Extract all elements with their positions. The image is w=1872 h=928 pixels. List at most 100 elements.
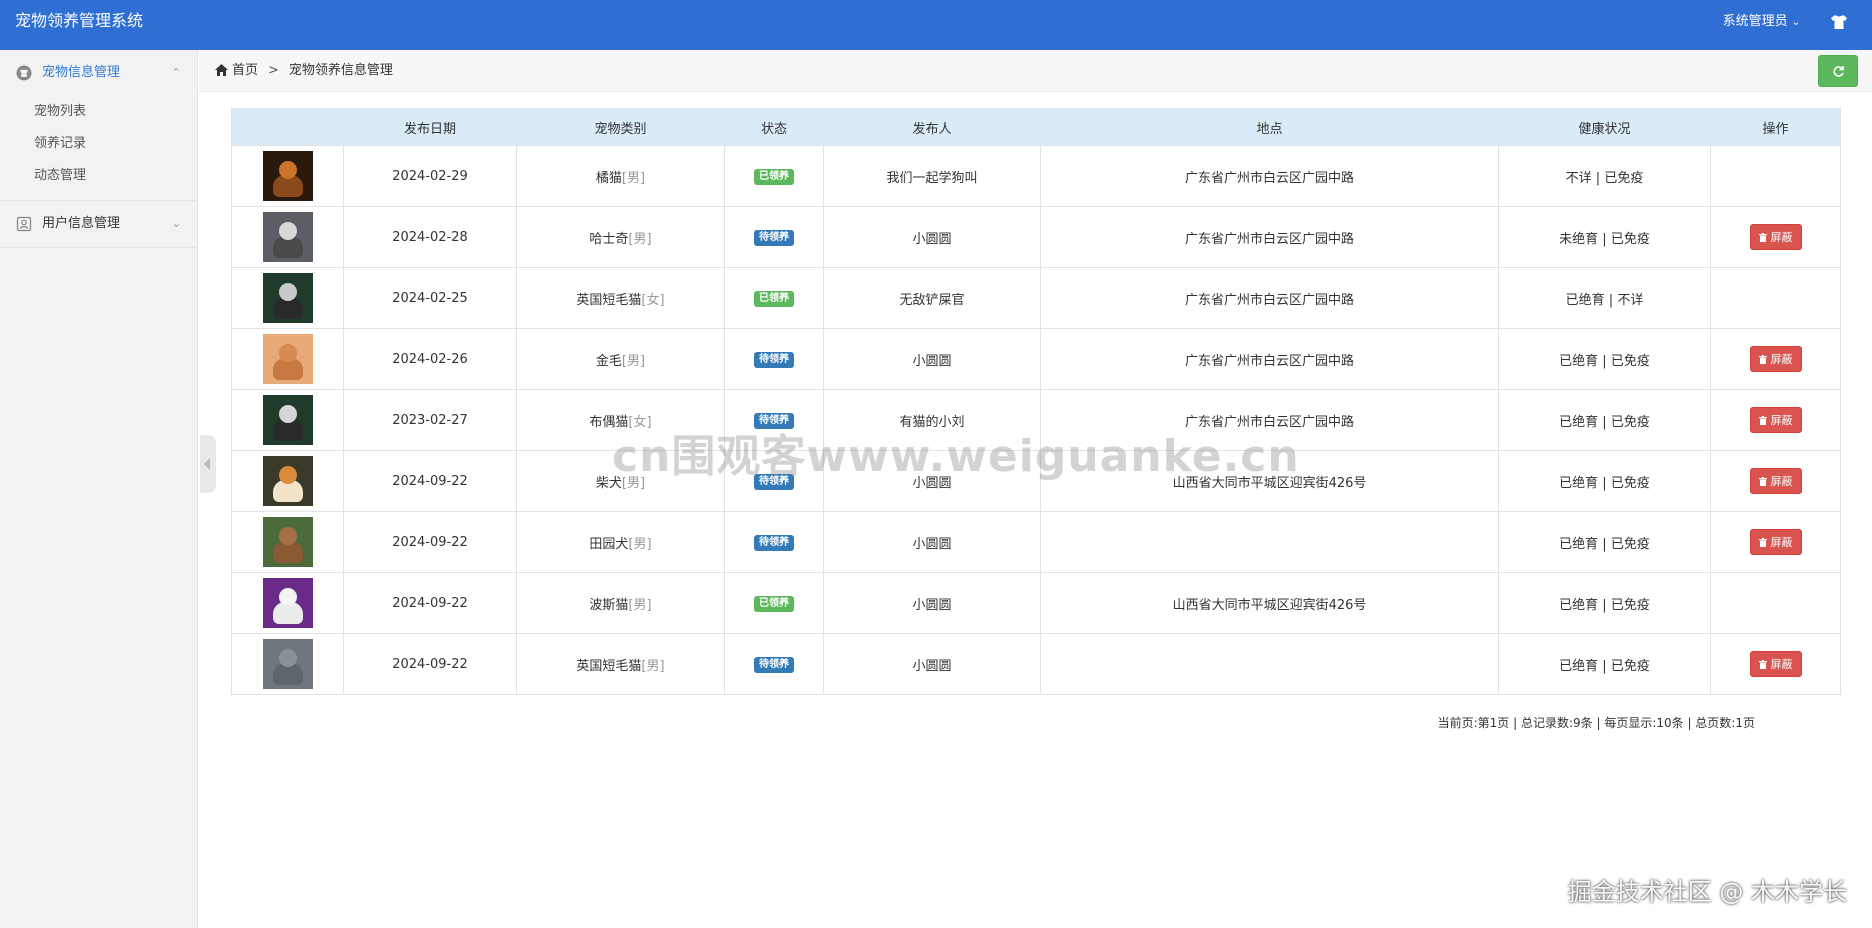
app-title: 宠物领养管理系统 [15,11,144,30]
column-header-photo [231,108,344,146]
health-status: 已绝育 | 不详 [1498,267,1711,329]
refresh-button[interactable] [1818,55,1858,87]
action-cell: 屏蔽 [1710,511,1841,573]
sidebar-item-label: 宠物信息管理 [42,65,121,80]
trash-icon [1758,659,1767,669]
table-header-row: 发布日期 宠物类别 状态 发布人 地点 健康状况 操作 [231,108,1841,146]
table-row: 2024-09-22 田园犬[男] 待领养 小圆圆 已绝育 | 已免疫 屏蔽 [231,511,1841,573]
user-menu[interactable]: 系统管理员 ⌄ [1723,0,1800,45]
health-status: 已绝育 | 已免疫 [1498,328,1711,390]
status-badge: 待领养 [754,351,794,368]
table-row: 2024-09-22 英国短毛猫[男] 待领养 小圆圆 已绝育 | 已免疫 屏蔽 [231,633,1841,695]
pet-gender: [男] [628,231,652,247]
pet-photo[interactable] [262,395,313,445]
pet-type: 英国短毛猫 [576,658,642,674]
sidebar-collapse-handle[interactable] [200,435,216,493]
action-cell: 屏蔽 [1710,450,1841,512]
block-button-label: 屏蔽 [1770,536,1793,549]
pet-photo[interactable] [262,578,313,628]
shirt-icon[interactable] [1830,15,1848,29]
pet-photo[interactable] [262,517,313,567]
breadcrumb-home[interactable]: 首页 [232,63,258,78]
home-icon [215,63,228,76]
pet-photo-cell [231,145,344,207]
pet-type: 波斯猫 [589,597,629,613]
status-cell: 待领养 [724,633,824,695]
status-cell: 已领养 [724,267,824,329]
pet-type: 田园犬 [589,536,629,552]
pet-table-wrap: 发布日期 宠物类别 状态 发布人 地点 健康状况 操作 2024-02-29 橘猫… [231,108,1841,695]
trash-icon [1758,232,1767,242]
publish-date: 2024-02-26 [343,328,517,390]
chevron-down-icon: ⌄ [1791,17,1800,28]
status-badge: 待领养 [754,656,794,673]
publisher: 无敌铲屎官 [823,267,1041,329]
pet-photo-cell [231,633,344,695]
pet-photo[interactable] [262,273,313,323]
table-row: 2024-02-28 哈士奇[男] 待领养 小圆圆 广东省广州市白云区广园中路 未绝育 |… [231,206,1841,268]
status-badge: 待领养 [754,534,794,551]
table-row: 2024-09-22 波斯猫[男] 已领养 小圆圆 山西省大同市平城区迎宾街426号 已绝… [231,572,1841,634]
location: 广东省广州市白云区广园中路 [1040,145,1499,207]
publisher: 小圆圆 [823,206,1041,268]
sidebar-item-activity[interactable]: 动态管理 [0,160,197,192]
block-button-label: 屏蔽 [1770,414,1793,427]
corner-watermark: 掘金技术社区 @ 木木学长 [1567,878,1847,906]
block-button[interactable]: 屏蔽 [1749,224,1802,250]
table-row: 2024-02-25 英国短毛猫[女] 已领养 无敌铲屎官 广东省广州市白云区广园中路已… [231,267,1841,329]
publish-date: 2024-02-28 [343,206,517,268]
action-cell: 屏蔽 [1710,328,1841,390]
chevron-up-icon: ⌃ [171,66,181,79]
trash-icon [1758,415,1767,425]
block-button-label: 屏蔽 [1770,475,1793,488]
pet-gender: [男] [628,597,652,613]
block-button-label: 屏蔽 [1770,658,1793,671]
block-button[interactable]: 屏蔽 [1749,529,1802,555]
publish-date: 2024-09-22 [343,450,517,512]
sidebar-item-user-info[interactable]: 用户信息管理 ⌄ [0,201,197,247]
block-button-label: 屏蔽 [1770,353,1793,366]
pet-type-cell: 波斯猫[男] [516,572,725,634]
block-button[interactable]: 屏蔽 [1749,468,1802,494]
pet-photo[interactable] [262,212,313,262]
pet-photo-cell [231,389,344,451]
sidebar-item-adopt-records[interactable]: 领养记录 [0,128,197,160]
status-cell: 已领养 [724,572,824,634]
pet-photo[interactable] [262,151,313,201]
pet-gender: [男] [621,353,646,369]
action-cell [1710,267,1841,329]
pet-photo-cell [231,267,344,329]
menu-group-user: 用户信息管理 ⌄ [0,201,197,248]
health-status: 已绝育 | 已免疫 [1498,389,1711,451]
pet-photo[interactable] [262,639,313,689]
sidebar-item-pet-list[interactable]: 宠物列表 [0,96,197,128]
publish-date: 2023-02-27 [343,389,517,451]
trash-icon [1758,354,1767,364]
column-header-date: 发布日期 [343,108,517,146]
pet-photo[interactable] [262,334,313,384]
sidebar: 宠物信息管理 ⌃ 宠物列表 领养记录 动态管理 用户信息管理 ⌄ [0,50,198,928]
column-header-status: 状态 [724,108,824,146]
location [1040,633,1499,695]
block-button[interactable]: 屏蔽 [1749,651,1802,677]
chevron-down-icon: ⌄ [171,217,181,230]
health-status: 已绝育 | 已免疫 [1498,511,1711,573]
health-status: 已绝育 | 已免疫 [1498,450,1711,512]
sidebar-item-pet-info[interactable]: 宠物信息管理 ⌃ [0,50,197,96]
status-badge: 已领养 [754,290,794,307]
health-status: 已绝育 | 已免疫 [1498,633,1711,695]
pet-photo[interactable] [262,456,313,506]
pet-gender: [女] [641,292,665,308]
column-header-action: 操作 [1710,108,1841,146]
pet-photo-cell [231,511,344,573]
column-header-health: 健康状况 [1498,108,1711,146]
publisher: 小圆圆 [823,511,1041,573]
block-button[interactable]: 屏蔽 [1749,407,1802,433]
status-badge: 已领养 [754,168,794,185]
action-cell [1710,572,1841,634]
pet-type: 金毛 [595,353,622,369]
block-button[interactable]: 屏蔽 [1749,346,1802,372]
status-badge: 待领养 [754,229,794,246]
status-cell: 待领养 [724,328,824,390]
action-cell: 屏蔽 [1710,389,1841,451]
